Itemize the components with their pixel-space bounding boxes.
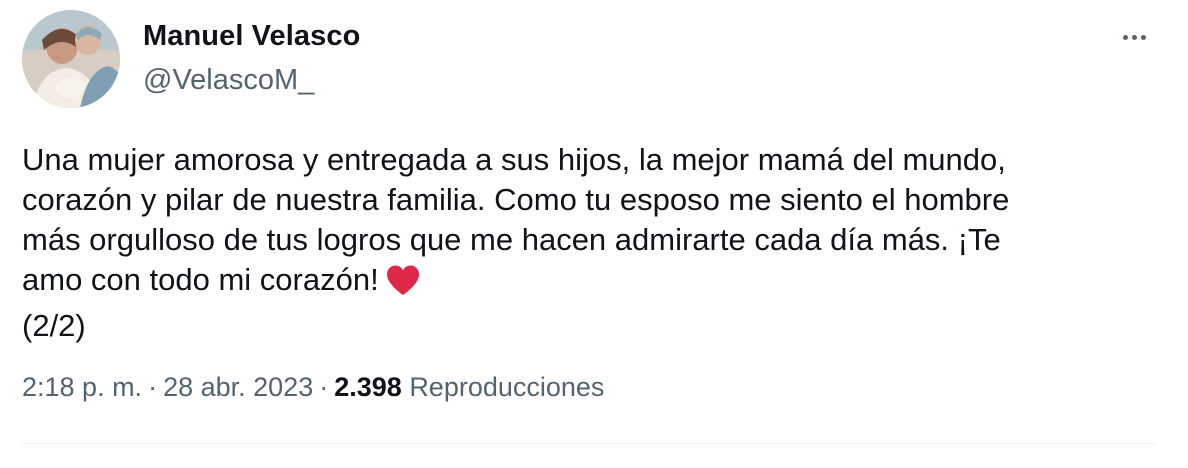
- more-options-icon[interactable]: [1112, 20, 1156, 54]
- avatar-photo-icon: [22, 10, 120, 108]
- red-heart-icon: [385, 264, 421, 306]
- views-label[interactable]: Reproducciones: [409, 372, 604, 402]
- tweet-time[interactable]: 2:18 p. m.: [22, 372, 142, 402]
- tweet-text-line: (2/2): [22, 308, 86, 343]
- tweet-card: Manuel Velasco @VelascoM_ Una mujer amor…: [0, 0, 1188, 468]
- tweet-text-line: más orgulloso de tus logros que me hacen…: [22, 222, 1001, 257]
- dot: [1131, 34, 1137, 40]
- tweet-text-line-with-emoji: amo con todo mi corazón!: [22, 260, 1162, 306]
- dot: [1140, 34, 1146, 40]
- separator: ·: [148, 372, 158, 402]
- tweet-meta: 2:18 p. m. · 28 abr. 2023 · 2.398 Reproducci…: [22, 372, 604, 403]
- tweet-date[interactable]: 28 abr. 2023: [163, 372, 313, 402]
- dot: [1122, 34, 1128, 40]
- separator: ·: [319, 372, 329, 402]
- author-name[interactable]: Manuel Velasco: [143, 20, 360, 53]
- avatar[interactable]: [22, 10, 120, 108]
- divider: [22, 443, 1156, 444]
- views-count[interactable]: 2.398: [334, 372, 402, 402]
- tweet-text-line: Una mujer amorosa y entregada a sus hijo…: [22, 142, 1006, 177]
- tweet-text: Una mujer amorosa y entregada a sus hijo…: [22, 140, 1162, 346]
- author-handle[interactable]: @VelascoM_: [143, 64, 314, 97]
- tweet-text-line: corazón y pilar de nuestra familia. Como…: [22, 182, 1010, 217]
- tweet-text-line: amo con todo mi corazón!: [22, 262, 379, 297]
